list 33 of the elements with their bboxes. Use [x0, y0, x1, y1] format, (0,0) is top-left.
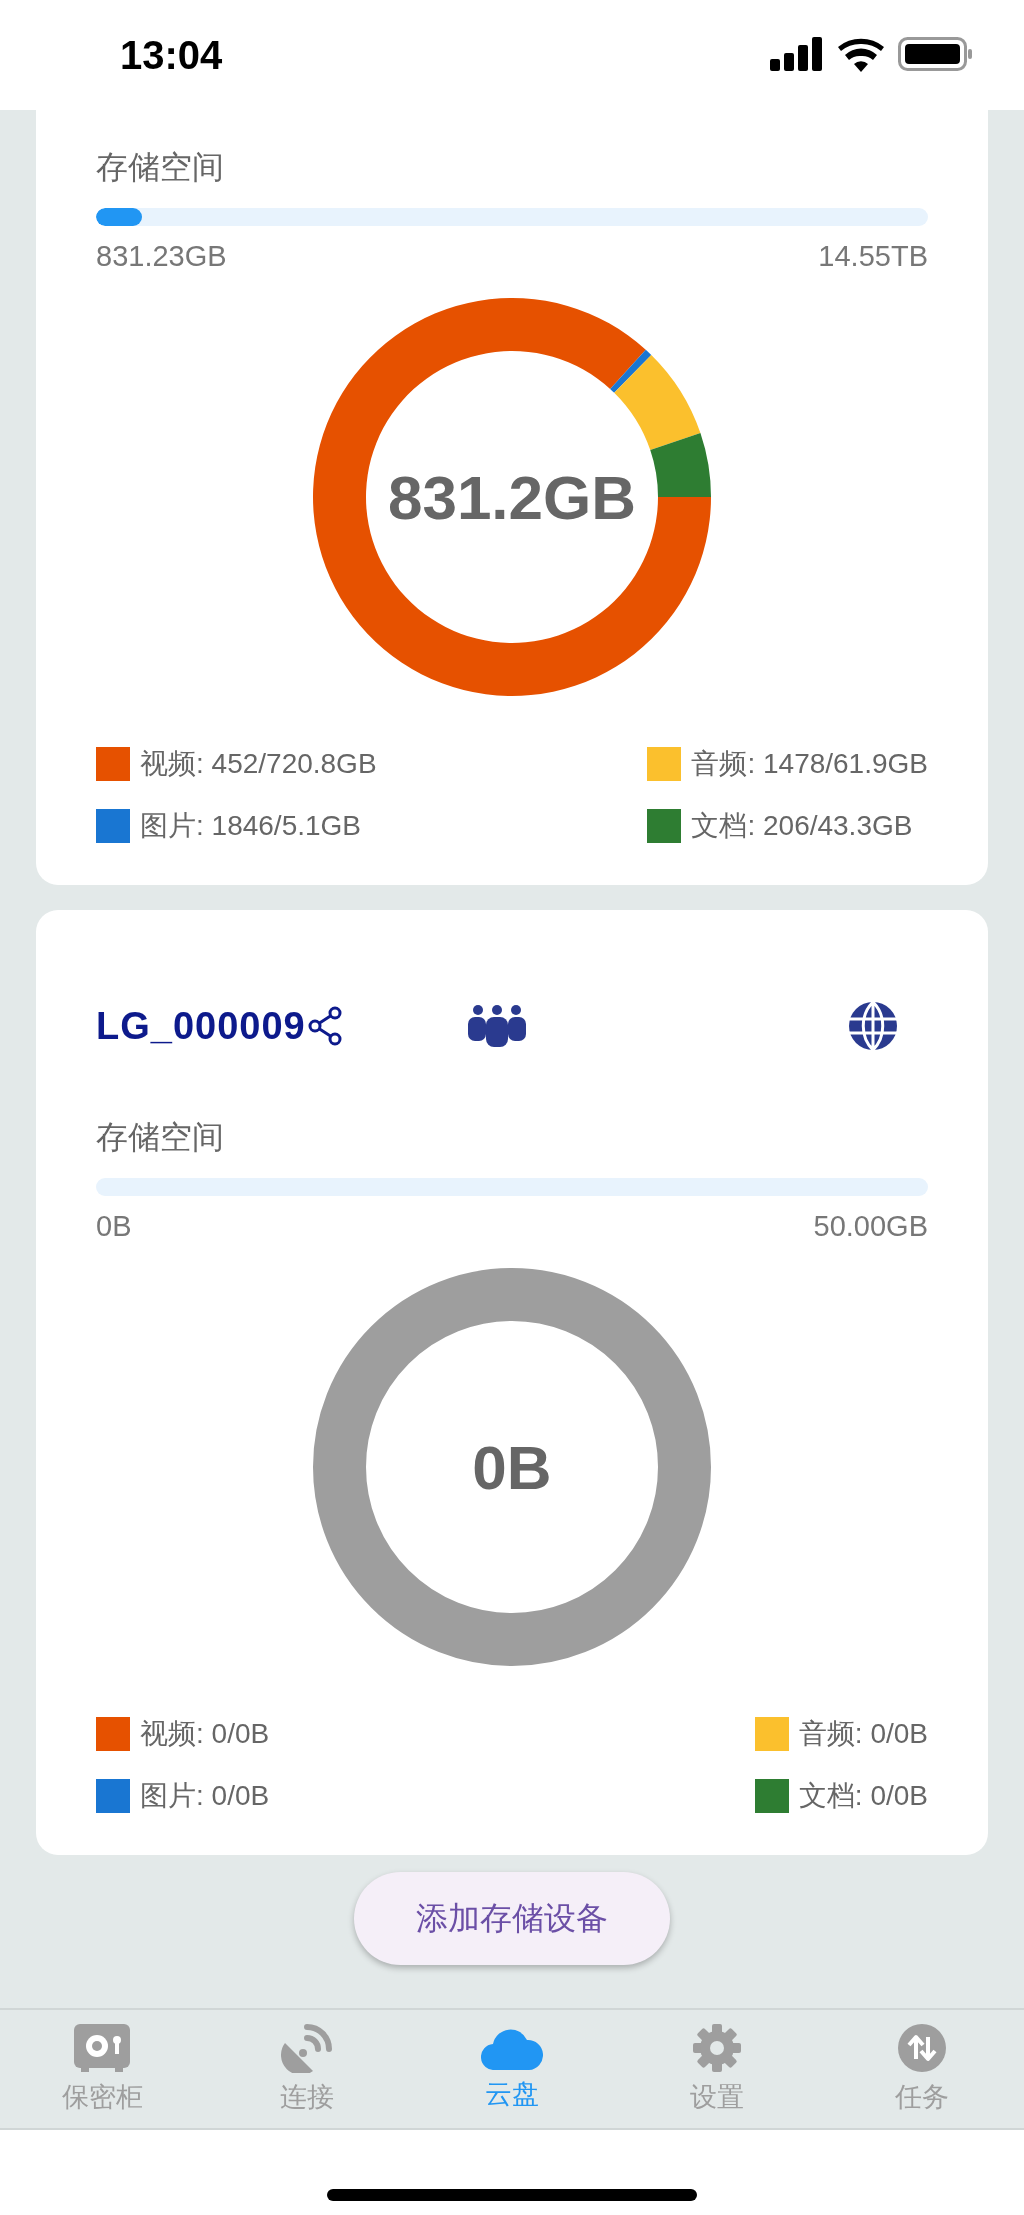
total-size: 14.55TB: [818, 240, 928, 273]
used-total: 831.2GB: [387, 461, 637, 533]
device-name: LG_000009: [96, 1004, 306, 1048]
legend-label: 视频: 452/720.8GB: [140, 747, 377, 781]
battery-icon: [898, 37, 974, 73]
legend-label: 文档: 206/43.3GB: [691, 809, 913, 843]
tab[interactable]: 保密柜: [0, 2010, 205, 2128]
satellite-dish-icon: [281, 2023, 334, 2073]
legend-label: 图片: 0/0B: [140, 1779, 270, 1813]
add-storage-button[interactable]: 添加存储设备: [354, 1872, 670, 1965]
storage-label: 存储空间: [96, 1118, 225, 1157]
legend-label: 音频: 0/0B: [798, 1717, 928, 1751]
tab[interactable]: 设置: [614, 2010, 820, 2128]
total-size: 50.00GB: [813, 1210, 928, 1243]
legend-label: 音频: 1478/61.9GB: [691, 747, 928, 781]
storage-label: 存储空间: [96, 148, 225, 187]
legend-label: 图片: 1846/5.1GB: [140, 809, 361, 843]
transfer-icon: [896, 2023, 947, 2073]
tab[interactable]: 连接: [204, 2010, 410, 2128]
legend-label: 文档: 0/0B: [798, 1779, 928, 1813]
globe-icon[interactable]: [848, 1001, 898, 1051]
tab[interactable]: 云盘: [409, 2010, 615, 2128]
used-total: 0B: [472, 1431, 552, 1503]
used-size: 831.23GB: [96, 240, 227, 273]
clock: 13:04: [120, 32, 223, 78]
settings-icon: [691, 2023, 742, 2073]
legend-label: 视频: 0/0B: [140, 1717, 270, 1751]
signal-icon: [770, 37, 824, 73]
safe-icon: [73, 2023, 132, 2073]
people-icon[interactable]: [466, 1004, 528, 1048]
tab[interactable]: 任务: [819, 2010, 1024, 2128]
used-size: 0B: [96, 1210, 132, 1243]
wifi-icon: [838, 38, 884, 72]
